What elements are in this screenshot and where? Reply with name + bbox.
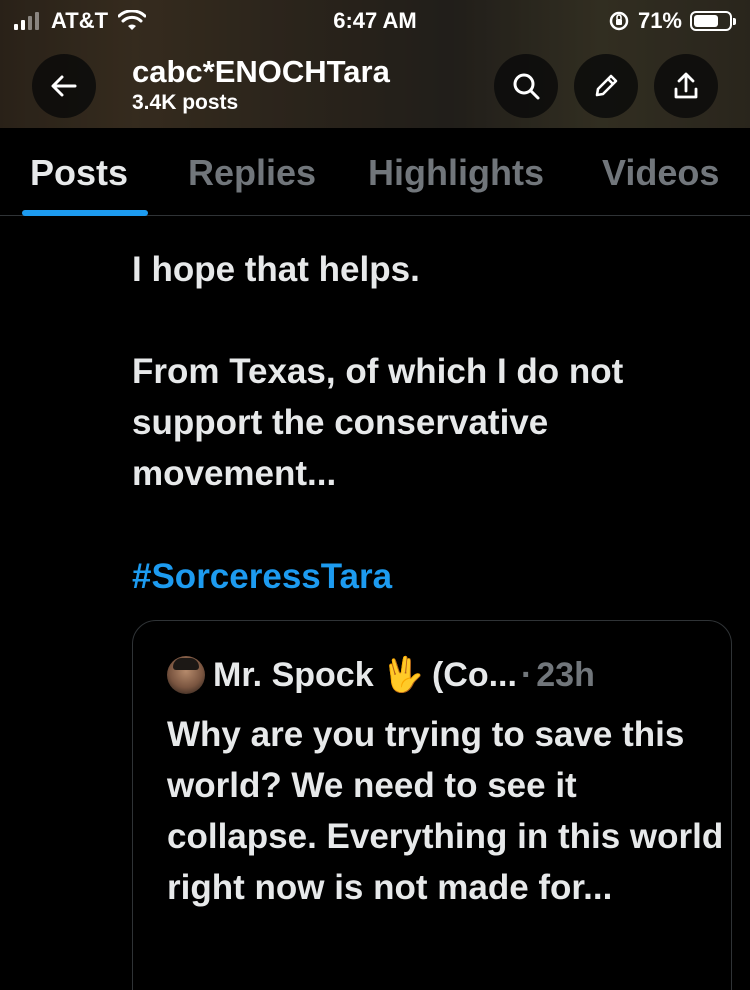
arrow-left-icon (51, 75, 77, 97)
tab-replies[interactable]: Replies (188, 152, 316, 194)
status-bar: AT&T 6:47 AM 71% (0, 0, 750, 40)
tab-videos[interactable]: Videos (602, 152, 719, 194)
quoted-post-header: Mr. Spock 🖖 (Co... · 23h (167, 655, 595, 695)
quoted-author-name: Mr. Spock (213, 655, 374, 694)
quoted-post-time: 23h (536, 655, 595, 694)
share-icon (674, 72, 698, 99)
profile-info: cabc*ENOCHTara 3.4K posts (132, 54, 390, 116)
search-icon (513, 73, 540, 100)
battery-icon (690, 11, 736, 31)
header-row: cabc*ENOCHTara 3.4K posts (0, 52, 750, 118)
quoted-post-card[interactable]: Mr. Spock 🖖 (Co... · 23h Why are you try… (132, 620, 732, 990)
quoted-post-text: Why are you trying to save this world? W… (167, 715, 724, 907)
profile-post-count: 3.4K posts (132, 91, 239, 114)
vulcan-salute-emoji: 🖖 (381, 656, 424, 694)
post-hashtag-link[interactable]: #SorceressTara (132, 551, 732, 602)
avatar (167, 656, 205, 694)
active-tab-indicator (22, 210, 148, 216)
separator-dot: · (520, 655, 533, 694)
battery-level (694, 15, 719, 27)
profile-header: AT&T 6:47 AM 71% cabc*ENOCHTara 3.4K pos… (0, 0, 750, 128)
share-button[interactable] (654, 54, 718, 118)
search-button[interactable] (494, 54, 558, 118)
edit-button[interactable] (574, 54, 638, 118)
post-text-line1: I hope that helps. (132, 250, 420, 289)
tab-posts[interactable]: Posts (30, 152, 128, 194)
pencil-icon (595, 74, 618, 97)
back-button[interactable] (32, 54, 96, 118)
profile-tabs: Posts Replies Highlights Videos (0, 128, 750, 216)
post-text-line2: From Texas, of which I do not support th… (132, 352, 624, 493)
battery-percent: 71% (637, 8, 682, 33)
quoted-author-handle: (Co... (431, 655, 517, 694)
orientation-lock-icon (609, 11, 629, 31)
profile-name: cabc*ENOCHTara (132, 54, 390, 89)
tab-highlights[interactable]: Highlights (368, 152, 544, 194)
status-right: 71% (608, 8, 736, 34)
